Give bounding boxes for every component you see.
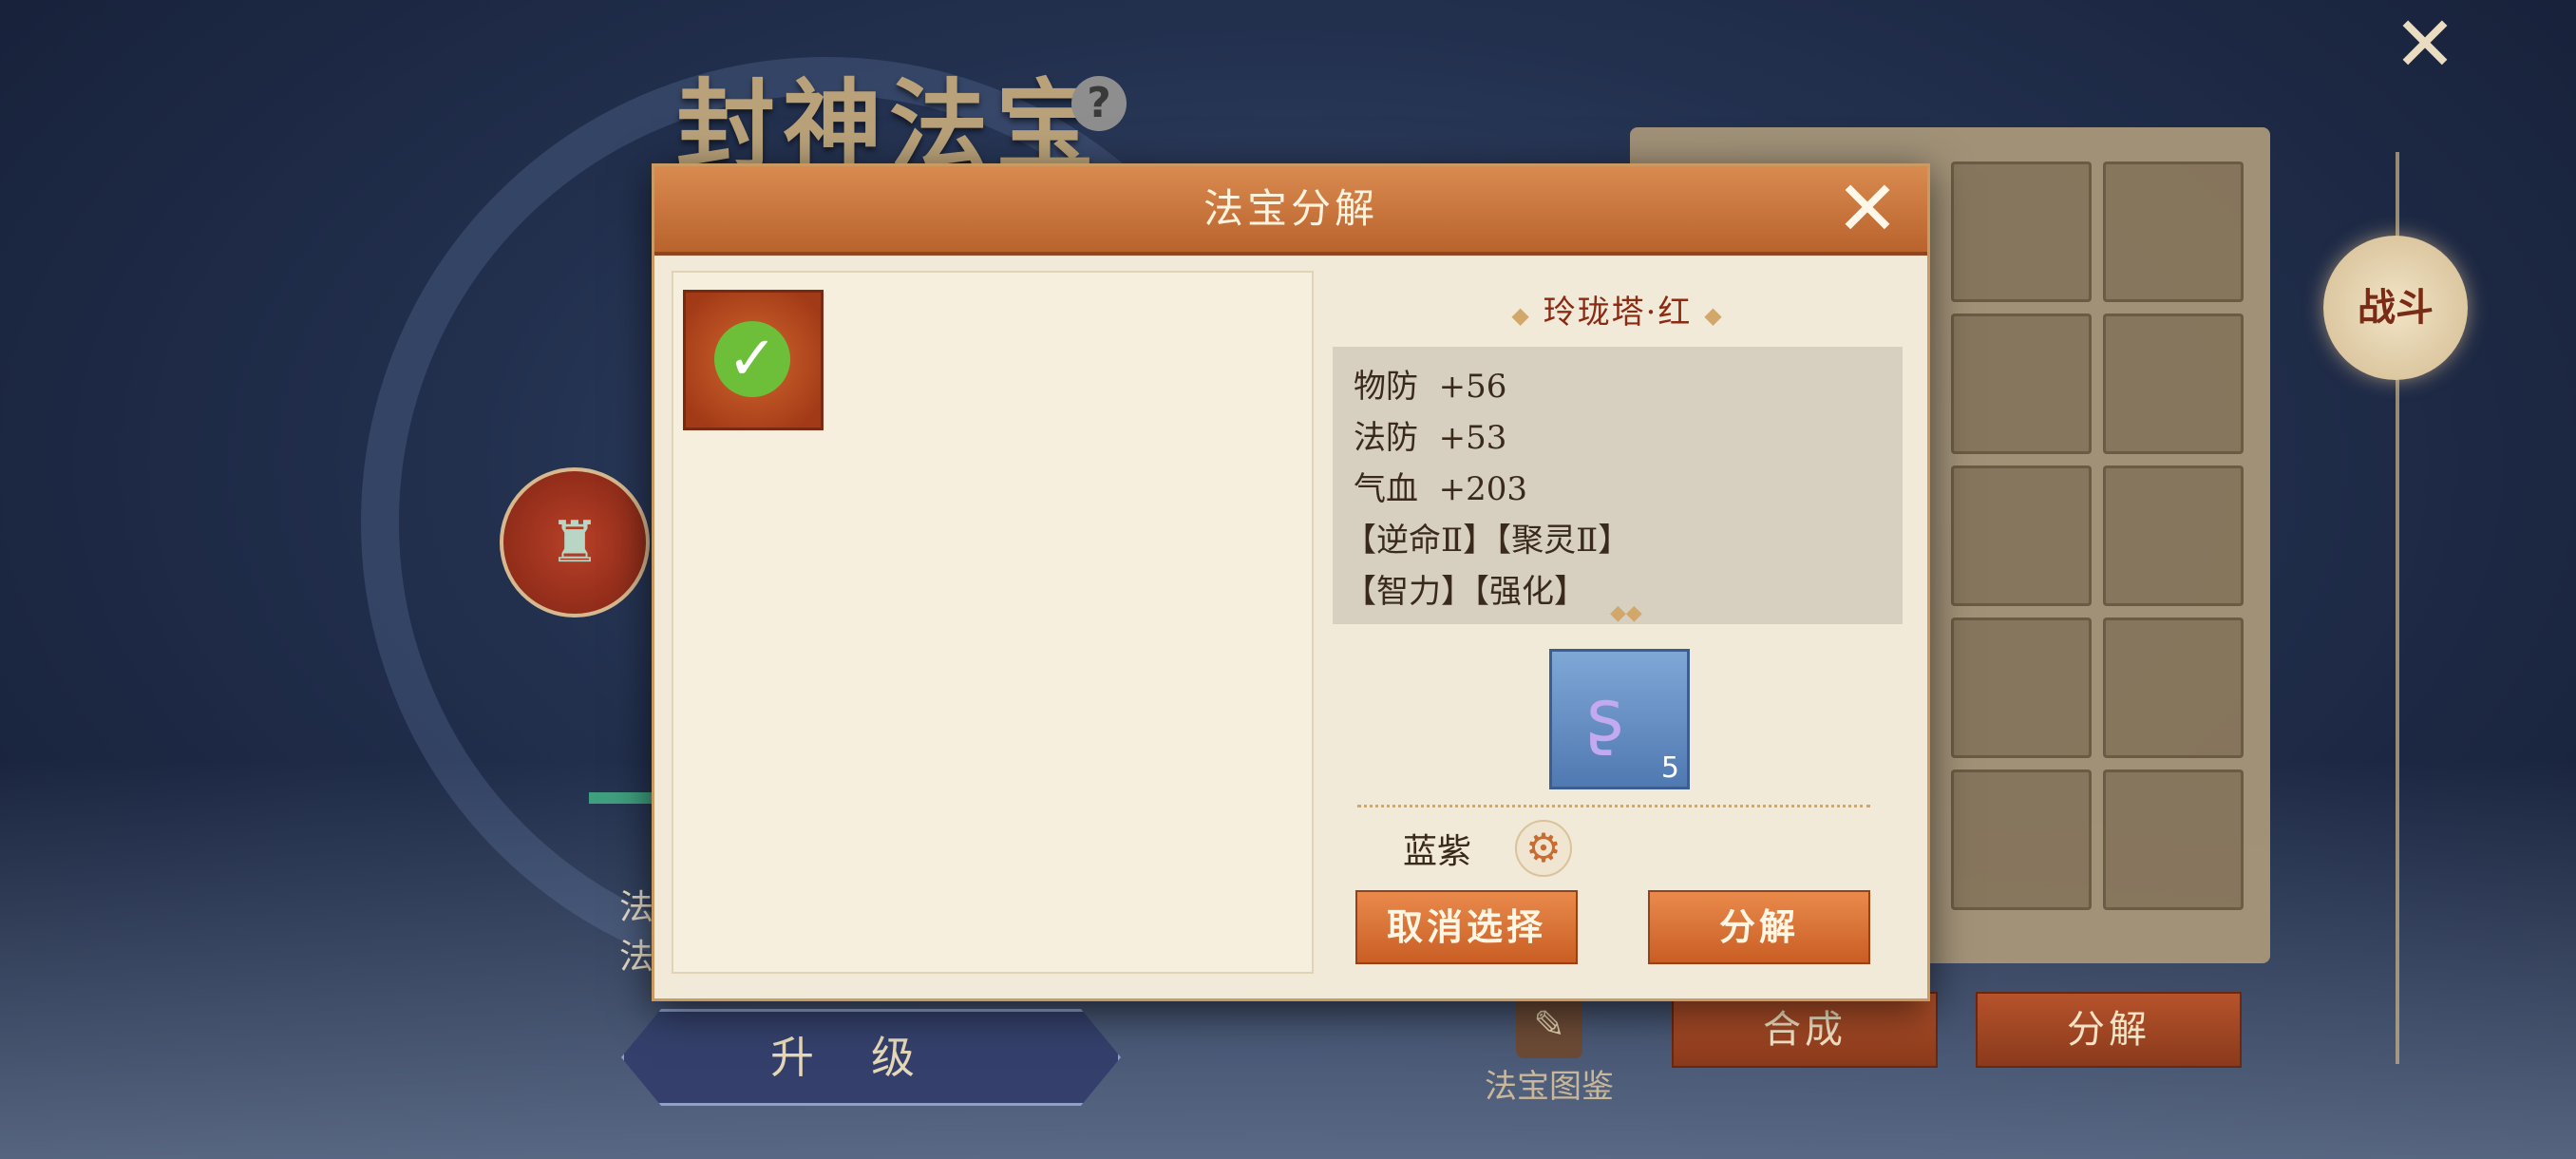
grid-slot[interactable] [2103, 770, 2244, 910]
purple-flame-icon: ʂ [1586, 673, 1624, 757]
decompose-tab-button[interactable]: 分解 [1976, 992, 2242, 1068]
cancel-selection-button[interactable]: 取消选择 [1355, 890, 1578, 964]
divider-line [1357, 805, 1870, 808]
stat-name: 物防 [1354, 368, 1418, 406]
diamond-icon: ◆ [1704, 302, 1724, 329]
scroll-icon: ✎ [1516, 992, 1582, 1058]
effect-row: 【逆命Ⅱ】【聚灵Ⅱ】 [1344, 522, 1631, 560]
stat-row: 物防 +56 [1354, 360, 1506, 407]
upgrade-button[interactable]: 升级 [621, 1009, 1121, 1106]
grid-slot[interactable] [1951, 162, 2092, 302]
stat-row: 法防 +53 [1354, 411, 1506, 458]
grid-slot[interactable] [1951, 770, 2092, 910]
stat-name: 气血 [1354, 470, 1418, 508]
item-name-text: 玲珑塔·红 [1543, 294, 1693, 332]
decompose-button[interactable]: 分解 [1648, 890, 1870, 964]
reward-count: 5 [1660, 751, 1679, 785]
stat-value: +203 [1438, 470, 1528, 508]
progress-bar [589, 792, 655, 804]
checkmark-icon: ✓ [714, 321, 790, 397]
codex-label: 法宝图鉴 [1485, 1068, 1614, 1106]
left-label-1: 法 [619, 888, 654, 927]
gear-icon[interactable]: ⚙ [1515, 820, 1572, 877]
left-label-2: 法 [619, 938, 654, 977]
grid-slot[interactable] [2103, 466, 2244, 606]
selected-item-slot[interactable]: ✓ [683, 290, 824, 430]
grid-slot[interactable] [1951, 618, 2092, 758]
close-icon[interactable]: ✕ [2392, 7, 2458, 83]
grid-slot[interactable] [2103, 314, 2244, 454]
codex-button[interactable]: ✎ 法宝图鉴 [1478, 992, 1620, 1107]
grid-slot[interactable] [2103, 618, 2244, 758]
stat-row: 气血 +203 [1354, 463, 1527, 509]
diamond-icon: ◆ [1511, 302, 1531, 329]
dialog-close-icon[interactable]: ✕ [1832, 171, 1903, 247]
divider-icon: ◆◆ [1610, 601, 1642, 625]
battle-button[interactable]: 战斗 [2323, 236, 2468, 380]
treasure-token[interactable]: ♜ [500, 467, 650, 618]
stat-name: 法防 [1354, 419, 1418, 457]
item-name: ◆ 玲珑塔·红 ◆ [1333, 286, 1903, 332]
effect-row: 【智力】【强化】 [1344, 573, 1586, 611]
help-icon[interactable]: ? [1071, 76, 1127, 131]
item-stats: 物防 +56 法防 +53 气血 +203 【逆命Ⅱ】【聚灵Ⅱ】 【智力】【强化… [1333, 347, 1903, 624]
quality-filter-label: 蓝紫 [1403, 832, 1472, 871]
grid-slot[interactable] [1951, 314, 2092, 454]
grid-slot[interactable] [2103, 162, 2244, 302]
reward-item[interactable]: ʂ 5 [1549, 649, 1690, 789]
compose-button[interactable]: 合成 [1672, 992, 1938, 1068]
dialog-title: 法宝分解 [1203, 185, 1378, 232]
decompose-dialog: 法宝分解 ✕ ✓ ◆ 玲珑塔·红 ◆ 物防 +56 法防 +53 气血 +203… [652, 163, 1930, 1001]
stat-value: +56 [1438, 368, 1507, 406]
stat-value: +53 [1438, 419, 1507, 457]
grid-slot[interactable] [1951, 466, 2092, 606]
